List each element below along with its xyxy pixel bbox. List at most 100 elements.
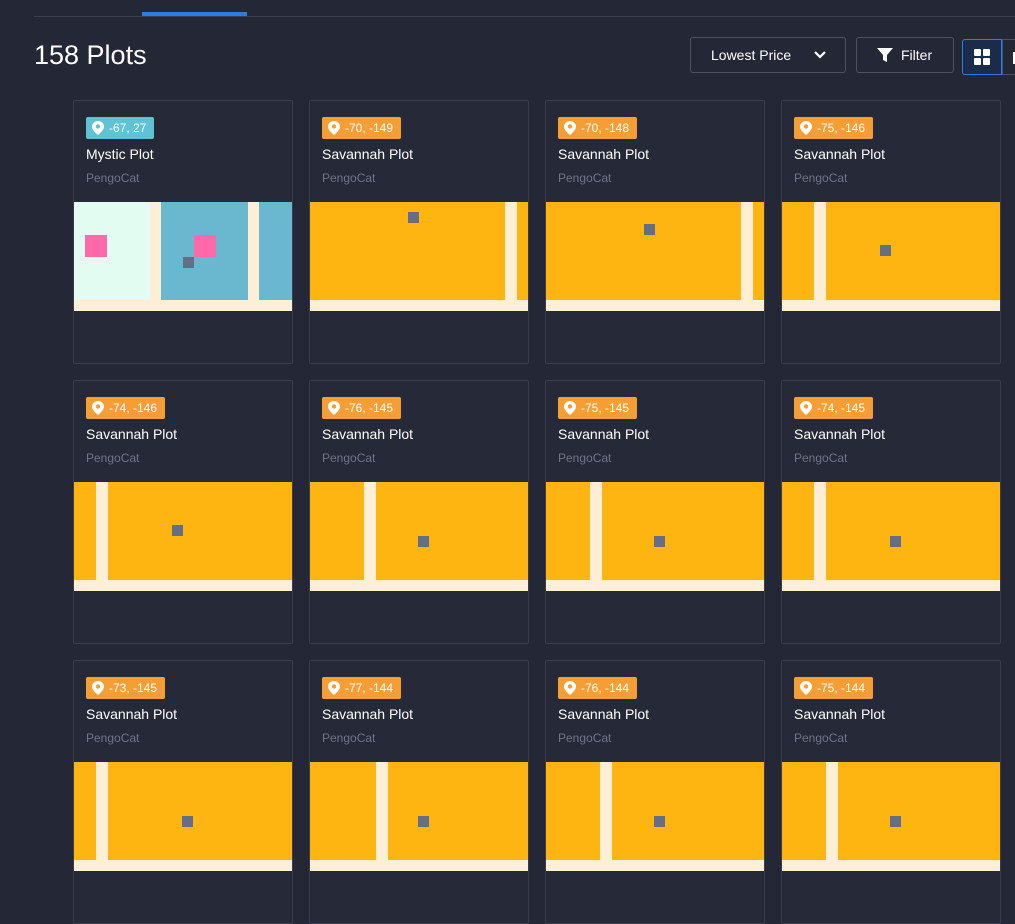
active-tab-indicator[interactable]: [142, 12, 247, 16]
coordinates-text: -75, -145: [581, 401, 630, 415]
tab-bar-divider: [34, 16, 1015, 17]
plot-marker: [880, 245, 891, 256]
plot-name: Savannah Plot: [558, 146, 650, 162]
plot-marker: [418, 816, 429, 827]
coordinates-text: -76, -145: [345, 401, 394, 415]
coordinates-badge: -70, -149: [322, 117, 402, 139]
plot-owner: PengoCat: [322, 171, 376, 185]
coordinates-text: -70, -149: [345, 121, 394, 135]
filter-icon: [877, 48, 893, 62]
plot-card[interactable]: -67, 27 Mystic Plot PengoCat: [73, 100, 293, 364]
grid-view-icon: [974, 49, 990, 65]
plot-map-thumbnail: [310, 202, 528, 311]
coordinates-text: -75, -144: [817, 681, 866, 695]
coordinates-badge: -75, -146: [794, 117, 874, 139]
location-pin-icon: [800, 681, 812, 695]
location-pin-icon: [328, 401, 340, 415]
location-pin-icon: [92, 681, 104, 695]
plot-map-thumbnail: [546, 202, 764, 311]
plot-map-thumbnail: [74, 762, 292, 871]
plot-name: Savannah Plot: [794, 706, 886, 722]
plot-marker: [418, 536, 429, 547]
plot-marker: [183, 257, 194, 268]
page-title: 158 Plots: [34, 40, 147, 70]
coordinates-badge: -75, -145: [558, 397, 638, 419]
location-pin-icon: [800, 401, 812, 415]
plot-marker: [172, 525, 183, 536]
location-pin-icon: [564, 401, 576, 415]
grid-view-button[interactable]: [962, 39, 1002, 75]
plot-card[interactable]: -77, -144 Savannah Plot PengoCat: [309, 660, 529, 924]
plot-owner: PengoCat: [794, 451, 848, 465]
plot-map-thumbnail: [74, 482, 292, 591]
location-pin-icon: [564, 121, 576, 135]
coordinates-badge: -76, -145: [322, 397, 402, 419]
plot-card[interactable]: -75, -146 Savannah Plot PengoCat: [781, 100, 1001, 364]
location-pin-icon: [800, 121, 812, 135]
coordinates-badge: -76, -144: [558, 677, 638, 699]
plot-name: Mystic Plot: [86, 146, 154, 162]
sort-dropdown[interactable]: Lowest Price: [690, 37, 846, 73]
plot-card[interactable]: -76, -144 Savannah Plot PengoCat: [545, 660, 765, 924]
plot-card[interactable]: -70, -149 Savannah Plot PengoCat: [309, 100, 529, 364]
plot-owner: PengoCat: [558, 731, 612, 745]
coordinates-text: -74, -145: [817, 401, 866, 415]
plot-map-thumbnail: [782, 762, 1000, 871]
plot-marker: [182, 816, 193, 827]
plot-owner: PengoCat: [558, 171, 612, 185]
plot-card[interactable]: -70, -148 Savannah Plot PengoCat: [545, 100, 765, 364]
coordinates-text: -77, -144: [345, 681, 394, 695]
plot-owner: PengoCat: [794, 731, 848, 745]
plot-name: Savannah Plot: [794, 426, 886, 442]
plot-card[interactable]: -76, -145 Savannah Plot PengoCat: [309, 380, 529, 644]
plot-name: Savannah Plot: [86, 426, 178, 442]
location-pin-icon: [564, 681, 576, 695]
tab-bar: [0, 0, 1015, 17]
plot-map-thumbnail: [782, 482, 1000, 591]
coordinates-badge: -70, -148: [558, 117, 638, 139]
coordinates-badge: -67, 27: [86, 117, 155, 139]
plot-map-thumbnail: [546, 762, 764, 871]
location-pin-icon: [328, 681, 340, 695]
filter-button-label: Filter: [901, 47, 933, 63]
coordinates-badge: -74, -146: [86, 397, 166, 419]
location-pin-icon: [328, 121, 340, 135]
plot-card[interactable]: -73, -145 Savannah Plot PengoCat: [73, 660, 293, 924]
plot-name: Savannah Plot: [322, 706, 414, 722]
plot-owner: PengoCat: [86, 171, 140, 185]
plot-card[interactable]: -74, -145 Savannah Plot PengoCat: [781, 380, 1001, 644]
coordinates-badge: -73, -145: [86, 677, 166, 699]
plot-card[interactable]: -75, -145 Savannah Plot PengoCat: [545, 380, 765, 644]
coordinates-text: -73, -145: [109, 681, 158, 695]
plot-map-thumbnail: [546, 482, 764, 591]
plot-name: Savannah Plot: [558, 426, 650, 442]
coordinates-text: -75, -146: [817, 121, 866, 135]
coordinates-badge: -74, -145: [794, 397, 874, 419]
filter-button[interactable]: Filter: [856, 37, 954, 73]
list-view-button[interactable]: [1002, 39, 1015, 75]
plot-map-thumbnail: [74, 202, 292, 311]
plot-marker: [408, 212, 419, 223]
plot-marker: [890, 816, 901, 827]
chevron-down-icon: [814, 51, 826, 59]
plot-marker: [654, 536, 665, 547]
coordinates-badge: -75, -144: [794, 677, 874, 699]
plot-map-thumbnail: [310, 482, 528, 591]
plot-card[interactable]: -75, -144 Savannah Plot PengoCat: [781, 660, 1001, 924]
plot-name: Savannah Plot: [322, 426, 414, 442]
sort-dropdown-label: Lowest Price: [711, 47, 792, 63]
coordinates-text: -70, -148: [581, 121, 630, 135]
plot-name: Savannah Plot: [86, 706, 178, 722]
location-pin-icon: [92, 121, 104, 135]
plot-owner: PengoCat: [322, 731, 376, 745]
coordinates-badge: -77, -144: [322, 677, 402, 699]
coordinates-text: -76, -144: [581, 681, 630, 695]
plot-marker: [890, 536, 901, 547]
plot-owner: PengoCat: [794, 171, 848, 185]
plot-owner: PengoCat: [86, 451, 140, 465]
plot-owner: PengoCat: [86, 731, 140, 745]
plot-card[interactable]: -74, -146 Savannah Plot PengoCat: [73, 380, 293, 644]
plot-map-thumbnail: [310, 762, 528, 871]
plot-marker: [654, 816, 665, 827]
plot-marker: [644, 224, 655, 235]
